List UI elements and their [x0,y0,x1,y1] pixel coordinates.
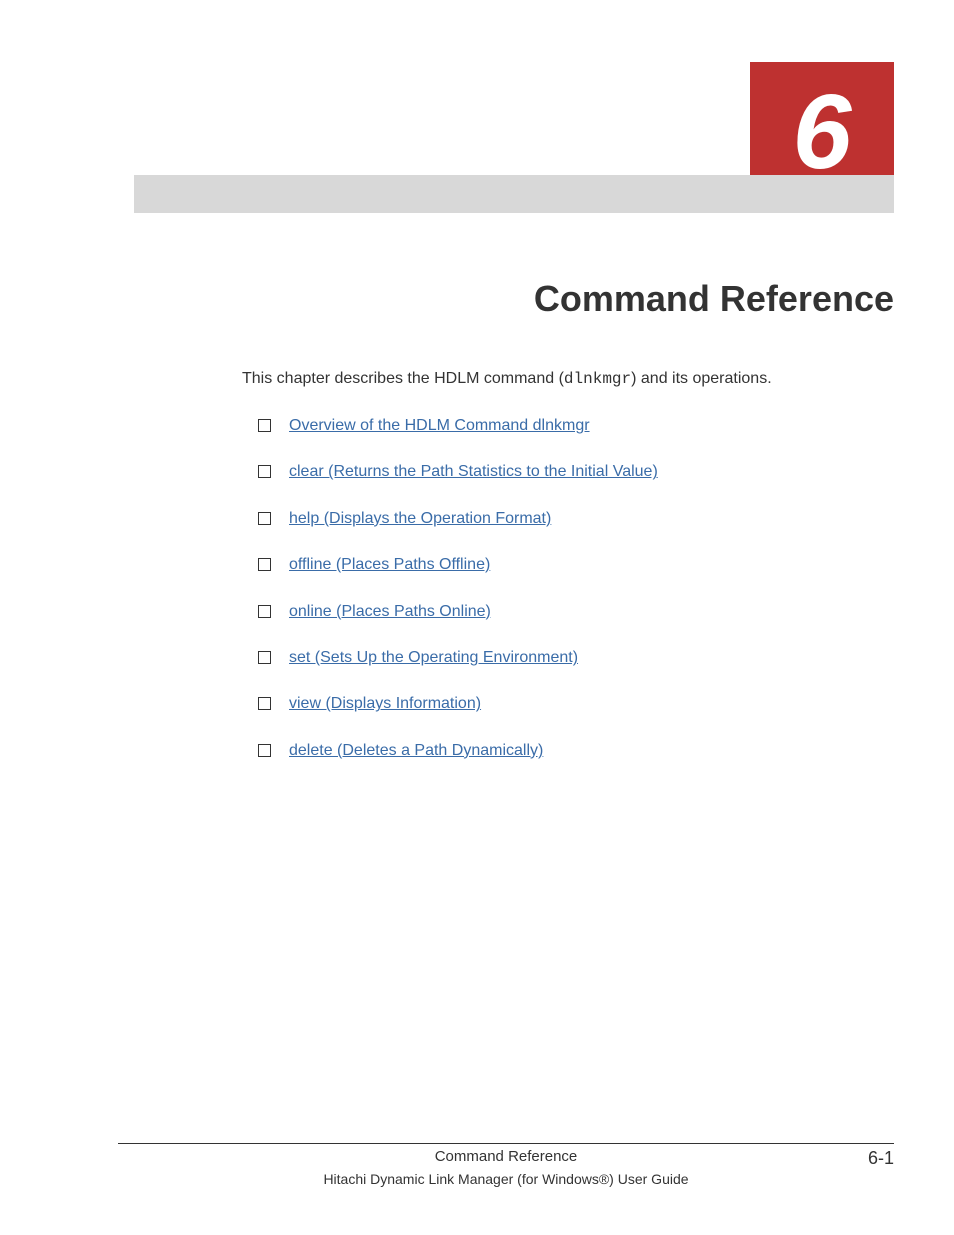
toc-link-set[interactable]: set (Sets Up the Operating Environment) [289,647,578,669]
toc-link-view[interactable]: view (Displays Information) [289,693,481,715]
toc-item: Overview of the HDLM Command dlnkmgr [258,415,894,437]
toc-link-delete[interactable]: delete (Deletes a Path Dynamically) [289,740,543,762]
toc-item: clear (Returns the Path Statistics to th… [258,461,894,483]
intro-prefix: This chapter describes the HDLM command … [242,370,564,387]
checkbox-icon [258,651,271,664]
toc-link-help[interactable]: help (Displays the Operation Format) [289,508,551,530]
intro-suffix: ) and its operations. [631,370,772,387]
footer-guide-title: Hitachi Dynamic Link Manager (for Window… [118,1171,894,1187]
toc-item: view (Displays Information) [258,693,894,715]
page-title: Command Reference [534,278,894,320]
toc-link-offline[interactable]: offline (Places Paths Offline) [289,554,490,576]
toc-item: offline (Places Paths Offline) [258,554,894,576]
checkbox-icon [258,512,271,525]
toc-item: set (Sets Up the Operating Environment) [258,647,894,669]
checkbox-icon [258,744,271,757]
page-number: 6-1 [868,1148,894,1169]
footer-divider [118,1143,894,1144]
footer-row: Command Reference 6-1 [118,1148,894,1169]
toc-link-clear[interactable]: clear (Returns the Path Statistics to th… [289,461,658,483]
intro-code: dlnkmgr [564,370,631,388]
table-of-contents: Overview of the HDLM Command dlnkmgr cle… [258,415,894,786]
footer-section-title: Command Reference [118,1148,894,1165]
checkbox-icon [258,697,271,710]
chapter-number: 6 [793,79,852,185]
toc-item: help (Displays the Operation Format) [258,508,894,530]
toc-link-overview[interactable]: Overview of the HDLM Command dlnkmgr [289,415,590,437]
page-footer: Command Reference 6-1 Hitachi Dynamic Li… [118,1143,894,1187]
checkbox-icon [258,465,271,478]
checkbox-icon [258,605,271,618]
header-band [134,175,894,213]
checkbox-icon [258,419,271,432]
toc-item: delete (Deletes a Path Dynamically) [258,740,894,762]
header-gray-bar [134,175,894,213]
intro-paragraph: This chapter describes the HDLM command … [242,370,894,388]
toc-link-online[interactable]: online (Places Paths Online) [289,601,491,623]
toc-item: online (Places Paths Online) [258,601,894,623]
checkbox-icon [258,558,271,571]
